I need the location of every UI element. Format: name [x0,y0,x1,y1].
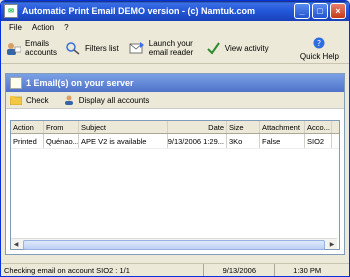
scroll-thumb[interactable] [23,240,325,250]
menu-action[interactable]: Action [27,23,59,32]
quick-help-button[interactable]: ? Quick Help [300,36,339,61]
folder-icon [10,96,22,105]
check-button[interactable]: Check [10,95,49,105]
launch-email-reader-button[interactable]: Launch your email reader [129,39,195,57]
column-header[interactable]: Subject [79,121,168,133]
panel-header: 1 Email(s) on your server [6,74,344,92]
help-icon: ? [311,36,327,50]
email-reader-icon [129,41,145,55]
cell-action: Printed [11,134,44,148]
cell-size: 3Ko [227,134,260,148]
view-activity-button[interactable]: View activity [205,41,269,55]
display-all-accounts-button[interactable]: Display all accounts [63,95,150,105]
mail-icon [10,77,22,89]
column-header[interactable]: Attachment [260,121,305,133]
accounts-icon [64,95,73,105]
launch-email-reader-label: Launch your email reader [148,39,194,57]
accounts-icon [5,41,21,55]
title-bar: ✉ Automatic Print Email DEMO version - (… [1,1,349,21]
column-header[interactable]: Acco... [305,121,332,133]
filters-list-label: Filters list [85,43,119,53]
menu-file[interactable]: File [4,23,27,32]
cell-subject: APE V2 is available [79,134,168,148]
cell-from: Quénao... [44,134,79,148]
cell-date: 9/13/2006 1:29... [168,134,227,148]
scroll-left-icon[interactable]: ◀ [11,239,21,249]
quick-help-label: Quick Help [299,51,339,61]
panel-toolbar: Check Display all accounts [6,92,344,109]
filter-icon [65,41,81,55]
toolbar: Emails accounts Filters list Launch your… [1,33,349,64]
scroll-right-icon[interactable]: ▶ [327,239,337,249]
checkmark-icon [205,41,221,55]
filters-list-button[interactable]: Filters list [65,41,119,55]
resize-grip-icon[interactable] [339,264,349,276]
cell-attachment: False [260,134,305,148]
menu-bar: File Action ? [1,21,349,33]
status-message: Checking email on account SIO2 : 1/1 [4,265,130,275]
view-activity-label: View activity [224,43,269,53]
column-header[interactable]: Date [168,121,227,133]
app-icon: ✉ [4,4,18,18]
status-bar: Checking email on account SIO2 : 1/1 9/1… [1,263,349,276]
check-label: Check [26,95,49,105]
menu-help[interactable]: ? [59,23,73,32]
svg-text:?: ? [317,39,321,48]
app-window: ✉ Automatic Print Email DEMO version - (… [0,0,350,277]
panel-title: 1 Email(s) on your server [26,78,134,88]
minimize-button[interactable]: _ [294,3,310,19]
emails-accounts-label: Emails accounts [25,39,58,57]
table-header: Action From Subject Date Size Attachment… [11,121,339,134]
status-time: 1:30 PM [274,264,339,276]
column-header[interactable]: Size [227,121,260,133]
display-all-accounts-label: Display all accounts [78,95,150,105]
emails-accounts-button[interactable]: Emails accounts [5,39,58,57]
close-button[interactable]: × [330,3,346,19]
status-date: 9/13/2006 [203,264,274,276]
column-header[interactable]: From [44,121,79,133]
horizontal-scrollbar[interactable]: ◀ ▶ [11,238,337,250]
window-title: Automatic Print Email DEMO version - (c)… [22,6,256,16]
column-header[interactable]: Action [11,121,44,133]
table-row[interactable]: Printed Quénao... APE V2 is available 9/… [11,134,339,149]
cell-account: SIO2 [305,134,332,148]
maximize-button[interactable]: □ [312,3,328,19]
emails-table: Action From Subject Date Size Attachment… [10,120,340,250]
emails-panel: 1 Email(s) on your server Check Display … [5,73,345,255]
